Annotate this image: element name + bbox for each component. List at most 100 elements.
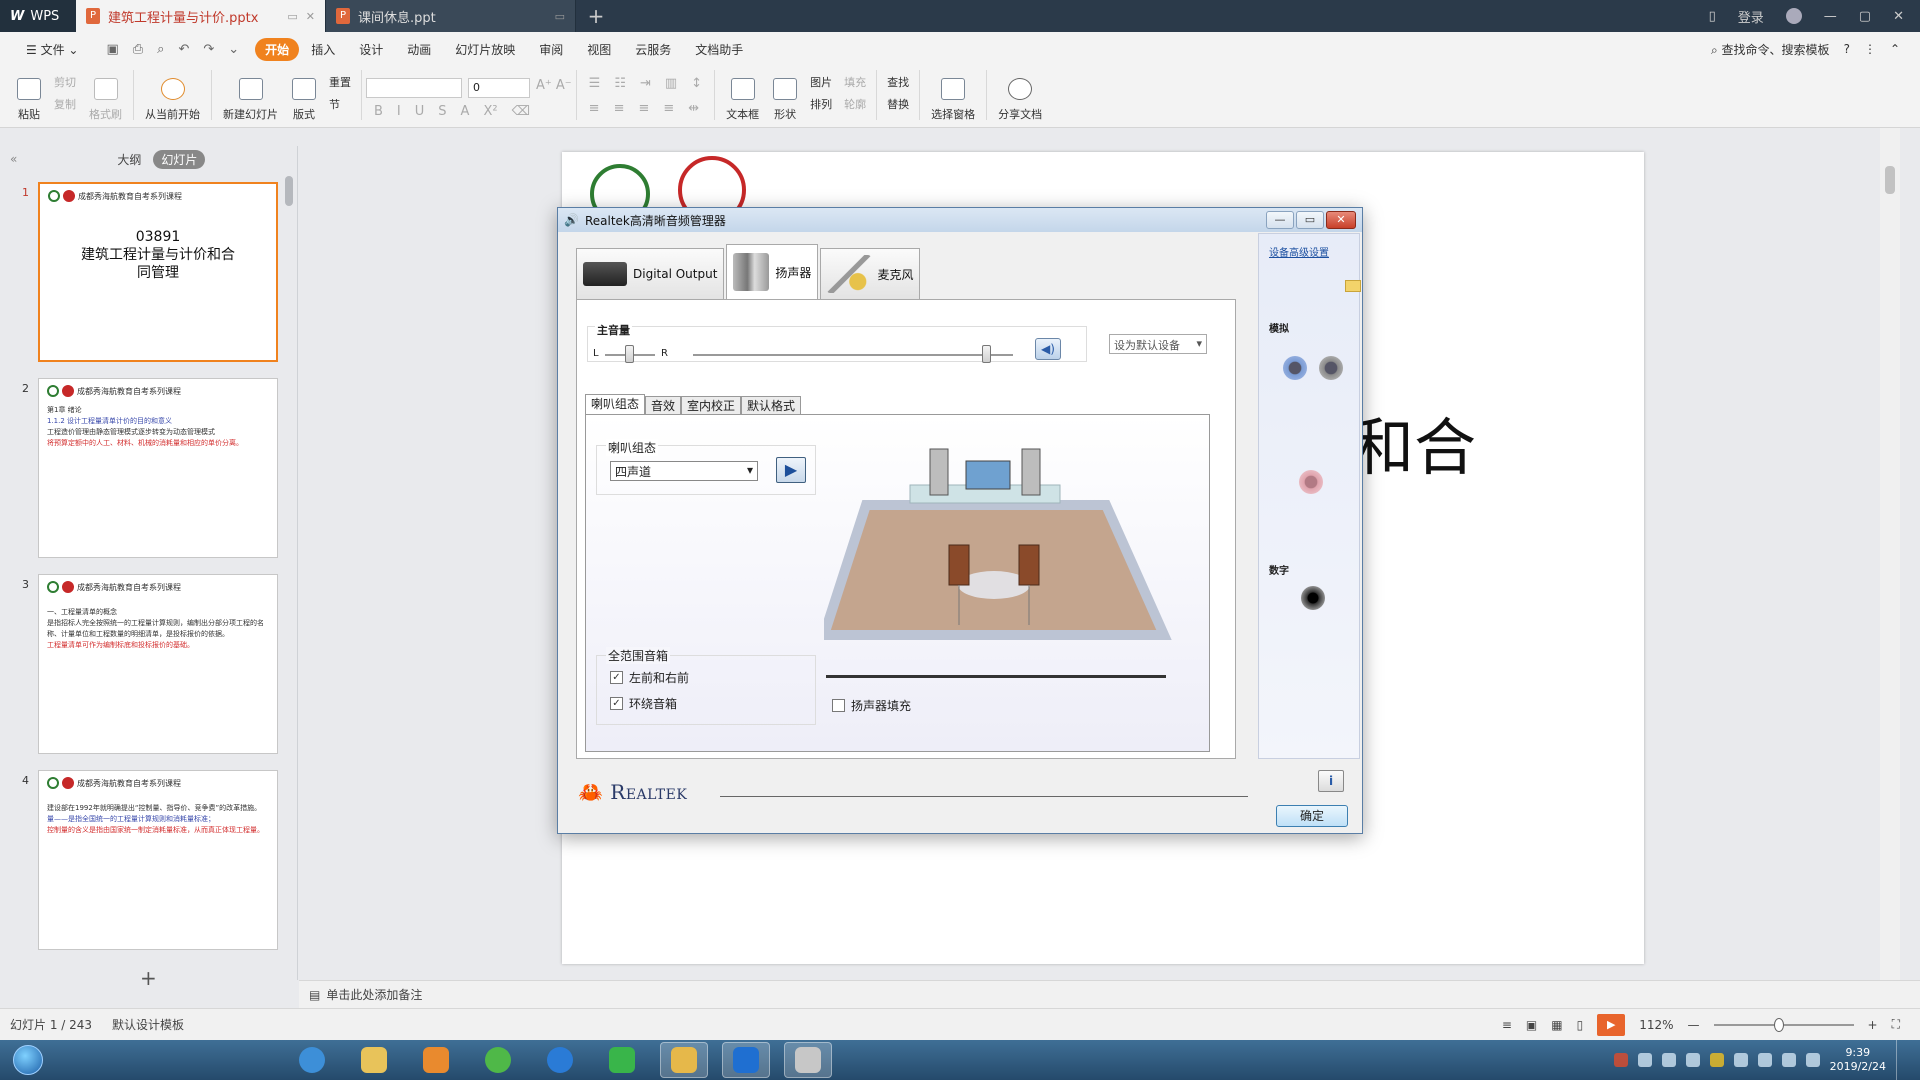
front-right-speaker-icon[interactable] [1021, 448, 1041, 496]
line-spacing-icon[interactable]: ↕ [691, 76, 702, 91]
flag-tray-icon[interactable] [1733, 1053, 1748, 1067]
print-preview-icon[interactable]: ⌕ [157, 42, 164, 57]
gray-jack-icon[interactable] [1319, 356, 1343, 380]
play-from-current-button[interactable]: 从当前开始 [138, 66, 207, 122]
security-tray-icon[interactable] [1709, 1053, 1724, 1067]
rear-left-speaker-icon[interactable] [948, 544, 970, 586]
help-icon[interactable]: ? [1844, 42, 1850, 56]
align-right-icon[interactable]: ≡ [638, 101, 649, 116]
paste-button[interactable]: 粘贴 [10, 66, 48, 122]
underline-icon[interactable]: U [415, 104, 425, 119]
format-painter-button[interactable]: 格式刷 [82, 66, 129, 122]
wps-taskbar-icon[interactable] [722, 1042, 770, 1078]
new-slide-button[interactable]: 新建幻灯片 [216, 66, 285, 122]
explorer-taskbar-icon[interactable] [350, 1042, 398, 1078]
tab-microphone[interactable]: 麦克风 [820, 248, 921, 300]
notes-bar[interactable]: ▤ 单击此处添加备注 [299, 980, 1920, 1008]
media-player-taskbar-icon[interactable] [412, 1042, 460, 1078]
more-options-icon[interactable]: ⋮ [1864, 42, 1876, 56]
scroll-thumb[interactable] [1885, 166, 1895, 194]
avatar[interactable] [1785, 8, 1802, 24]
app-green-taskbar-icon[interactable] [474, 1042, 522, 1078]
menu-insert[interactable]: 插入 [299, 41, 347, 58]
dialog-close-button[interactable]: ✕ [1326, 211, 1356, 229]
undo-icon[interactable]: ↶ [178, 42, 189, 57]
folder-icon[interactable] [1345, 280, 1361, 292]
speaker-config-select[interactable]: 四声道 ▾ [610, 461, 758, 481]
tab-window-icon[interactable]: ▭ [287, 10, 297, 23]
menu-view[interactable]: 视图 [575, 41, 623, 58]
strike-icon[interactable]: S [438, 104, 446, 119]
bold-icon[interactable]: B [374, 104, 383, 119]
realtek-taskbar-icon[interactable] [784, 1042, 832, 1078]
collapse-panel-icon[interactable]: « [10, 152, 17, 166]
textbox-button[interactable]: 文本框 [719, 66, 766, 122]
tab-outline[interactable]: 大纲 [117, 151, 141, 168]
menu-animation[interactable]: 动画 [395, 41, 443, 58]
cloud-tray-icon[interactable] [1637, 1053, 1652, 1067]
tab-sound-effects[interactable]: 音效 [645, 396, 682, 414]
tab-speakers[interactable]: 扬声器 [726, 244, 819, 300]
redo-icon[interactable]: ↷ [203, 42, 214, 57]
game-taskbar-icon[interactable] [660, 1042, 708, 1078]
speaker-tray-icon[interactable] [1805, 1053, 1820, 1067]
numbering-icon[interactable]: ☷ [614, 76, 626, 91]
slide-thumbnail-2[interactable]: 2 成都秀海航教育自考系列课程 第1章 绪论 1.1.2 设计工程量清单计价的目… [0, 378, 280, 558]
bullets-icon[interactable]: ☰ [589, 76, 601, 91]
zoom-level[interactable]: 112% [1639, 1018, 1673, 1032]
doc-tab-active[interactable]: P 建筑工程计量与计价.pptx ▭ ✕ [76, 0, 326, 32]
test-play-button[interactable]: ▶ [776, 457, 806, 483]
tab-speaker-config[interactable]: 喇叭组态 [585, 394, 646, 414]
wps-logo[interactable]: W WPS [0, 0, 76, 32]
tab-room-correction[interactable]: 室内校正 [681, 396, 742, 414]
copy-button[interactable]: 复制 [54, 96, 76, 112]
rear-right-speaker-icon[interactable] [1018, 544, 1040, 586]
outline-button[interactable]: 轮廓 [844, 96, 866, 112]
save-icon[interactable]: ▣ [106, 42, 118, 57]
tab-slides[interactable]: 幻灯片 [153, 149, 206, 169]
zoom-slider[interactable] [1713, 1017, 1854, 1032]
display-tray-icon[interactable] [1781, 1053, 1796, 1067]
share-button[interactable]: 分享文档 [991, 66, 1049, 122]
layout-button[interactable]: 版式 [285, 66, 323, 122]
balance-slider-knob[interactable] [625, 345, 634, 363]
sorter-view-icon[interactable]: ▦ [1551, 1018, 1562, 1032]
advanced-settings-link[interactable]: 设备高级设置 [1269, 244, 1329, 259]
menu-review[interactable]: 审阅 [527, 41, 575, 58]
sogou-tray-icon[interactable] [1613, 1053, 1628, 1067]
indent-icon[interactable]: ⇥ [640, 76, 651, 91]
window-mode-icon[interactable]: ▯ [1709, 9, 1716, 24]
reset-button[interactable]: 重置 [329, 74, 351, 90]
reading-view-icon[interactable]: ▯ [1577, 1018, 1584, 1032]
ie-taskbar-icon[interactable] [288, 1042, 336, 1078]
menu-design[interactable]: 设计 [347, 41, 395, 58]
select-pane-button[interactable]: 选择窗格 [924, 66, 982, 122]
info-button[interactable]: i [1318, 770, 1344, 792]
panel-scrollbar[interactable] [285, 176, 293, 206]
superscript-icon[interactable]: X² [483, 104, 497, 119]
font-grow-icon[interactable]: A⁺ A⁻ [536, 78, 572, 98]
sogou-taskbar-icon[interactable] [536, 1042, 584, 1078]
zoom-in-icon[interactable]: + [1868, 1018, 1878, 1032]
tab-default-format[interactable]: 默认格式 [741, 396, 802, 414]
slide-thumbnail-4[interactable]: 4 成都秀海航教育自考系列课程 建设部在1992年就明确提出“控制量、指导价、竞… [0, 770, 280, 950]
slideshow-play-button[interactable]: ▶ [1597, 1013, 1626, 1036]
dialog-maximize-button[interactable]: ▭ [1296, 211, 1324, 229]
dialog-minimize-button[interactable]: — [1266, 211, 1294, 229]
menu-slideshow[interactable]: 幻灯片放映 [443, 41, 527, 58]
volume-tray-icon[interactable] [1757, 1053, 1772, 1067]
video-player-taskbar-icon[interactable] [598, 1042, 646, 1078]
digital-jack-icon[interactable] [1301, 586, 1325, 610]
replace-button[interactable]: 替换 [887, 96, 909, 112]
front-lr-checkbox[interactable]: ✓ 左前和右前 [610, 669, 689, 686]
close-window-icon[interactable]: ✕ [1893, 9, 1904, 24]
zoom-slider-knob[interactable] [1774, 1017, 1785, 1032]
zoom-out-icon[interactable]: — [1688, 1018, 1700, 1032]
align-left-icon[interactable]: ≡ [589, 101, 600, 116]
doc-tab-inactive[interactable]: P 课间休息.ppt ▭ [326, 0, 576, 32]
align-center-icon[interactable]: ≡ [614, 101, 625, 116]
ok-button[interactable]: 确定 [1276, 805, 1348, 827]
cut-button[interactable]: 剪切 [54, 74, 76, 90]
login-link[interactable]: 登录 [1738, 7, 1764, 26]
set-default-device-dropdown[interactable]: 设为默认设备 ▾ [1109, 334, 1207, 354]
